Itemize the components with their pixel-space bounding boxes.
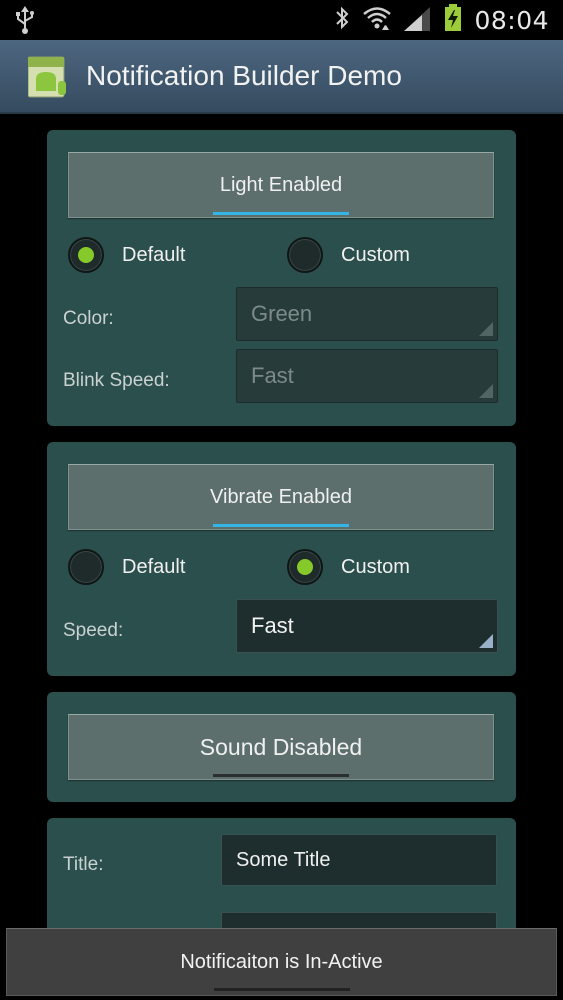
vibrate-toggle-indicator <box>213 524 349 527</box>
sound-card: Sound Disabled <box>47 692 516 802</box>
light-radio-custom[interactable]: Custom <box>287 237 410 273</box>
usb-icon <box>14 6 36 38</box>
action-bar: Notification Builder Demo <box>0 40 563 114</box>
blink-speed-spinner-value: Fast <box>251 363 294 388</box>
text-card: Title: Some Title <box>47 818 516 928</box>
radio-button-icon <box>68 549 104 585</box>
status-bar: 08:04 <box>0 0 563 40</box>
main-content[interactable]: Light Enabled Default Custom Color: Gree… <box>0 116 563 928</box>
radio-label: Custom <box>341 555 410 578</box>
notification-status-button[interactable]: Notificaiton is In-Active <box>6 928 557 996</box>
message-input[interactable] <box>221 912 497 928</box>
radio-label: Default <box>122 243 186 266</box>
radio-label: Default <box>122 555 186 578</box>
radio-button-icon <box>287 549 323 585</box>
radio-button-icon <box>287 237 323 273</box>
light-toggle-button[interactable]: Light Enabled <box>68 152 494 218</box>
vibrate-radio-custom[interactable]: Custom <box>287 549 410 585</box>
light-toggle-label: Light Enabled <box>219 173 343 196</box>
color-spinner[interactable]: Green <box>236 287 498 341</box>
blink-speed-spinner[interactable]: Fast <box>236 349 498 403</box>
status-time: 08:04 <box>474 5 549 35</box>
notification-status-label: Notificaiton is In-Active <box>180 950 383 973</box>
battery-charging-icon <box>444 4 462 36</box>
light-radio-default[interactable]: Default <box>68 237 185 273</box>
light-card: Light Enabled Default Custom Color: Gree… <box>47 130 516 426</box>
title-input[interactable]: Some Title <box>221 834 497 886</box>
vibrate-toggle-button[interactable]: Vibrate Enabled <box>68 464 494 530</box>
sound-toggle-label: Sound Disabled <box>199 733 363 760</box>
vibrate-card: Vibrate Enabled Default Custom Speed: Fa… <box>47 442 516 676</box>
sound-toggle-button[interactable]: Sound Disabled <box>68 714 494 780</box>
sound-toggle-indicator <box>213 774 349 777</box>
blink-speed-label: Blink Speed: <box>63 370 170 391</box>
vibrate-radio-default[interactable]: Default <box>68 549 185 585</box>
notification-status-indicator <box>213 988 350 991</box>
speed-spinner[interactable]: Fast <box>236 599 498 653</box>
title-input-value: Some Title <box>236 848 331 871</box>
speed-label: Speed: <box>63 620 124 641</box>
bluetooth-icon <box>334 5 350 35</box>
dropdown-arrow-icon <box>479 322 493 336</box>
speed-spinner-value: Fast <box>251 613 294 638</box>
radio-button-icon <box>68 237 104 273</box>
app-title: Notification Builder Demo <box>86 60 402 91</box>
light-toggle-indicator <box>213 212 349 215</box>
radio-label: Custom <box>341 243 410 266</box>
dropdown-arrow-icon <box>479 634 493 648</box>
title-label: Title: <box>63 854 104 875</box>
vibrate-toggle-label: Vibrate Enabled <box>210 485 352 508</box>
wifi-icon <box>362 5 392 35</box>
dropdown-arrow-icon <box>479 384 493 398</box>
color-label: Color: <box>63 308 114 329</box>
color-spinner-value: Green <box>251 301 313 326</box>
android-app-icon <box>27 55 68 99</box>
signal-icon <box>404 5 432 35</box>
